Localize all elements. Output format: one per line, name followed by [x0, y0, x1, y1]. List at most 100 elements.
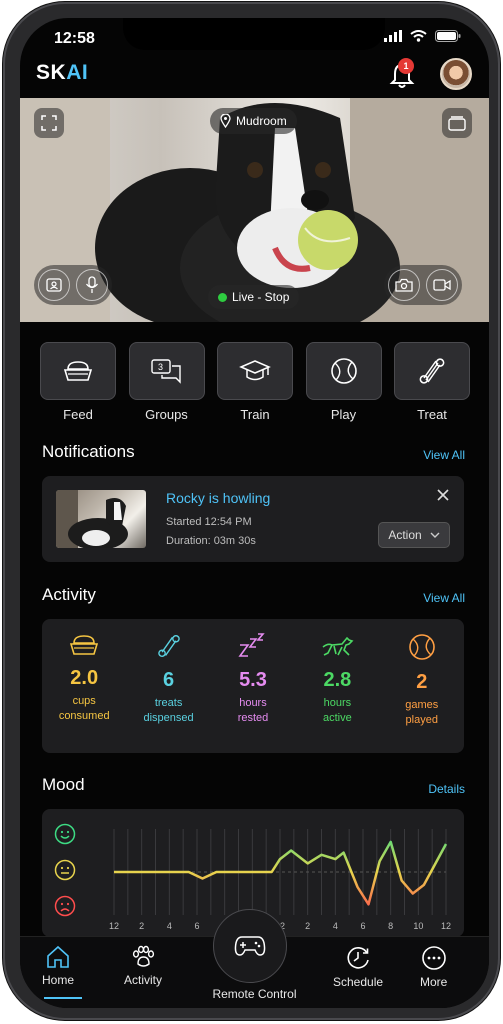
bowl-icon: [70, 635, 99, 655]
running-dog-icon: [322, 636, 354, 656]
notifications-view-all[interactable]: View All: [423, 448, 465, 462]
mood-title: Mood: [42, 775, 85, 794]
status-time: 12:58: [54, 30, 95, 47]
stat-label-2: rested: [237, 712, 269, 724]
location-pin-icon: [220, 114, 231, 128]
status-icons: [384, 30, 461, 42]
train-button[interactable]: [217, 342, 293, 400]
battery-icon: [435, 30, 461, 42]
x-tick-label: 10: [413, 921, 423, 931]
live-stop-label: Live - Stop: [232, 290, 290, 304]
camera-feed[interactable]: Mudroom Live - Stop: [20, 98, 489, 322]
camera-switch-button[interactable]: [442, 108, 472, 138]
sleep-zzz-icon: [238, 633, 265, 657]
x-tick-label: 4: [167, 921, 172, 931]
ball-icon: [330, 358, 357, 384]
feed-button[interactable]: [40, 342, 116, 400]
gamepad-icon: [234, 936, 266, 956]
app-logo: SKAI: [36, 61, 88, 85]
stat-value: 2.8: [323, 669, 352, 691]
stat-value: 2: [416, 671, 428, 693]
nav-more-label: More: [420, 975, 448, 989]
bottom-nav: Home Activity Remote Control Schedule Mo…: [20, 909, 489, 1008]
treat-button[interactable]: [394, 342, 470, 400]
play-label: Play: [330, 407, 357, 422]
feed-action[interactable]: Feed: [40, 342, 116, 422]
treat-action[interactable]: Treat: [394, 342, 470, 422]
nav-more[interactable]: More: [420, 945, 447, 989]
live-stop-button[interactable]: Live - Stop: [208, 285, 300, 309]
x-tick-label: 12: [109, 921, 119, 931]
layers-icon: [448, 116, 466, 131]
stat-value: 2.0: [70, 667, 99, 689]
remote-control-button[interactable]: [213, 909, 287, 983]
user-avatar[interactable]: [440, 58, 472, 90]
stat-label-1: cups: [72, 695, 96, 707]
sad-face-icon: [54, 895, 76, 917]
logo-text: SK: [36, 61, 67, 84]
stat-label-1: hours: [323, 697, 352, 709]
phone-frame: 12:58 SKAI 1 Mudroom Live - Stop Feed 3 …: [3, 2, 500, 1020]
stat-games: 2 games played: [380, 633, 464, 728]
chevron-down-icon: [430, 532, 440, 538]
nav-activity-label: Activity: [124, 973, 163, 987]
notification-card[interactable]: Rocky is howling Started 12:54 PM Durati…: [42, 476, 464, 562]
notifications-title: Notifications: [42, 442, 135, 461]
action-dropdown-button[interactable]: Action: [378, 522, 450, 548]
activity-title: Activity: [42, 585, 96, 604]
x-tick-label: 2: [305, 921, 310, 931]
play-button[interactable]: [305, 342, 382, 400]
stat-active: 2.8 hours active: [295, 633, 379, 728]
bone-icon: [419, 358, 445, 384]
howling-dog-image: [56, 490, 128, 548]
groups-action[interactable]: 3 Groups: [128, 342, 205, 422]
location-pill[interactable]: Mudroom: [210, 108, 297, 134]
logo-accent-text: AI: [66, 61, 89, 84]
stat-label-2: active: [322, 712, 352, 724]
action-dropdown-label: Action: [388, 528, 422, 542]
stat-label-2: played: [405, 714, 438, 726]
app-header: SKAI 1: [20, 58, 489, 98]
nav-home[interactable]: Home: [42, 945, 74, 987]
nav-schedule-label: Schedule: [333, 975, 384, 989]
contact-card-button[interactable]: [38, 269, 70, 301]
notification-started: Started 12:54 PM: [166, 516, 252, 528]
train-action[interactable]: Train: [217, 342, 293, 422]
play-action[interactable]: Play: [305, 342, 382, 422]
microphone-button[interactable]: [76, 269, 108, 301]
mood-details-link[interactable]: Details: [428, 782, 465, 796]
bone-icon: [157, 635, 180, 657]
activity-card: 2.0 cups consumed 6 treats dispensed 5.3…: [42, 619, 464, 753]
nav-activity[interactable]: Activity: [124, 945, 162, 987]
stat-label-1: treats: [154, 697, 183, 709]
record-video-button[interactable]: [426, 269, 458, 301]
nav-schedule[interactable]: Schedule: [333, 945, 383, 989]
snapshot-button[interactable]: [388, 269, 420, 301]
fullscreen-button[interactable]: [34, 108, 64, 138]
nav-remote-label: Remote Control: [212, 987, 297, 1001]
x-tick-label: 6: [194, 921, 199, 931]
neutral-face-icon: [54, 859, 76, 881]
contact-card-icon: [46, 278, 62, 292]
close-icon[interactable]: [436, 488, 450, 502]
activity-view-all[interactable]: View All: [423, 591, 465, 605]
stat-label-2: dispensed: [143, 712, 194, 724]
stat-value: 5.3: [239, 669, 267, 691]
groups-button[interactable]: 3: [128, 342, 205, 400]
quick-actions: Feed 3 Groups Train Play Treat: [40, 342, 470, 422]
notification-duration: Duration: 03m 30s: [166, 535, 256, 547]
graduation-cap-icon: [239, 360, 271, 381]
paw-icon: [132, 945, 155, 967]
feed-label: Feed: [63, 407, 93, 422]
location-label: Mudroom: [236, 114, 287, 128]
activity-stats: 2.0 cups consumed 6 treats dispensed 5.3…: [42, 633, 464, 728]
home-icon: [47, 945, 69, 968]
wifi-icon: [410, 30, 427, 42]
notification-title: Rocky is howling: [166, 490, 271, 506]
video-camera-icon: [433, 279, 451, 291]
nav-home-label: Home: [42, 973, 75, 987]
x-tick-label: 8: [388, 921, 393, 931]
bowl-icon: [63, 361, 93, 381]
stat-treats: 6 treats dispensed: [126, 633, 210, 728]
left-camera-controls: [34, 265, 112, 305]
